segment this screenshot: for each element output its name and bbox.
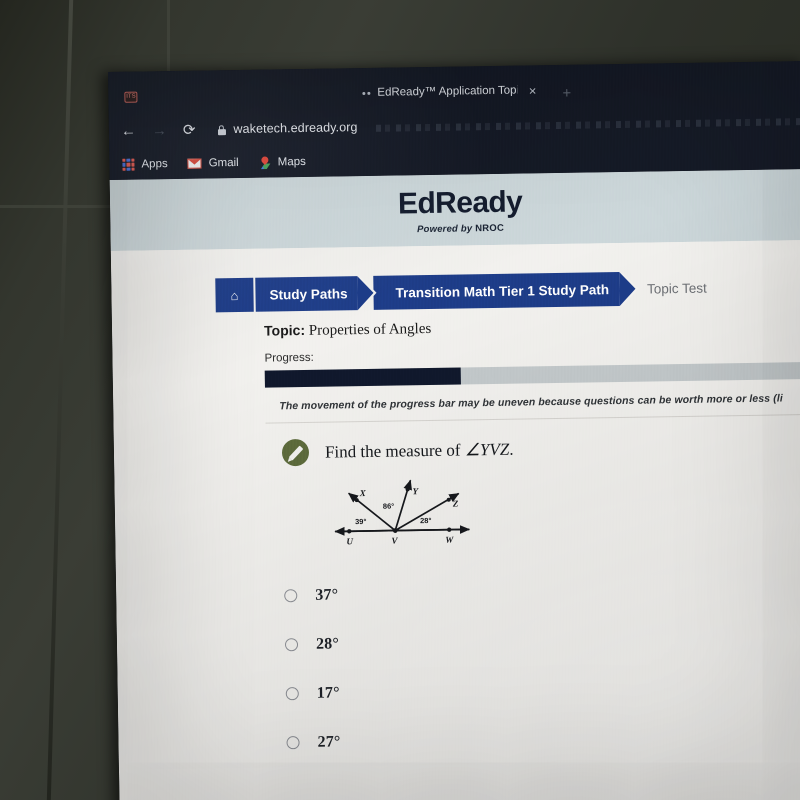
bookmark-apps[interactable]: Apps (122, 158, 168, 171)
close-icon[interactable]: × (529, 83, 537, 98)
radio-button[interactable] (284, 638, 299, 652)
radio-button[interactable] (284, 589, 298, 603)
angle-diagram-svg: U V W X Y Z 39° 86° 28° (334, 479, 471, 546)
edready-logo[interactable]: EdReady (110, 183, 800, 224)
angle-label-ZVW: 28° (420, 516, 431, 525)
breadcrumb-item-study-paths[interactable]: Study Paths (255, 276, 358, 312)
nroc-brand: NROC (475, 222, 505, 235)
apps-grid-icon (122, 158, 135, 171)
bookmark-gmail[interactable]: Gmail (187, 156, 239, 170)
question-prompt-prefix: Find the measure of (324, 439, 465, 462)
url-suffix-blur (375, 117, 800, 132)
radio-button[interactable] (286, 736, 300, 750)
bookmark-maps[interactable]: Maps (259, 154, 306, 169)
tab-favicon-icon: ITS (124, 91, 138, 103)
label-U: U (346, 536, 353, 546)
answer-label: 28° (315, 634, 340, 653)
answer-choices: 37° 28° 17° 27° (116, 545, 800, 770)
angle-diagram: U V W X Y Z 39° 86° 28° (114, 458, 800, 556)
progress-note: The movement of the progress bar may be … (279, 392, 783, 413)
angle-label-XVY: 86° (383, 502, 394, 511)
question-prompt-suffix: . (509, 439, 514, 459)
powered-by-text: Powered by (416, 223, 473, 236)
point-U (347, 529, 352, 534)
breadcrumb-current: Topic Test (646, 280, 707, 297)
reload-icon[interactable]: ⟳ (183, 121, 196, 138)
bookmark-label: Apps (141, 158, 168, 171)
point-W (447, 527, 452, 532)
back-icon[interactable]: ← (121, 122, 136, 139)
topic-prefix: Topic: (263, 321, 306, 339)
label-X: X (359, 488, 367, 498)
label-W: W (445, 535, 454, 545)
answer-choice[interactable]: 28° (284, 612, 800, 669)
new-tab-button[interactable]: + (546, 85, 571, 105)
maps-pin-icon (259, 154, 271, 169)
bookmark-label: Gmail (208, 156, 239, 170)
progress-bar (264, 361, 800, 388)
home-icon: ⌂ (230, 287, 239, 303)
radio-button[interactable] (285, 687, 299, 701)
laptop-screen: ITS EdReady™ Application Topic × + ← → ⟳ (108, 61, 800, 800)
breadcrumb-home-button[interactable]: ⌂ (215, 277, 254, 313)
tab-title: EdReady™ Application Topic (377, 84, 518, 99)
answer-choice[interactable]: 17° (285, 661, 800, 718)
question-prompt: Find the measure of ∠YVZ. (325, 439, 514, 462)
label-Y: Y (413, 486, 420, 496)
angle-label-UVX: 39° (355, 517, 366, 526)
label-V: V (391, 535, 398, 545)
breadcrumb-item-transition-math[interactable]: Transition Math Tier 1 Study Path (373, 272, 620, 310)
laptop-photo: ITS EdReady™ Application Topic × + ← → ⟳ (0, 0, 800, 800)
breadcrumb: ⌂ Study Paths Transition Math Tier 1 Stu… (111, 240, 800, 317)
pencil-icon (281, 438, 310, 467)
tab-loading-dots-icon (362, 91, 371, 95)
forward-icon[interactable]: → (152, 122, 167, 139)
browser-tab-active[interactable]: EdReady™ Application Topic × (354, 75, 544, 108)
page-body: EdReady Powered by NROC ⌂ Study Paths Tr… (109, 168, 800, 800)
browser-chrome: ITS EdReady™ Application Topic × + ← → ⟳ (108, 61, 800, 180)
browser-tab-inactive[interactable]: ITS (116, 78, 352, 112)
gmail-envelope-icon (187, 158, 202, 169)
site-header: EdReady Powered by NROC (109, 168, 800, 251)
address-bar[interactable]: waketech.edready.org (217, 113, 800, 136)
answer-choice[interactable]: 27° (286, 710, 800, 767)
answer-label: 27° (317, 732, 341, 751)
page-content: ⌂ Study Paths Transition Math Tier 1 Stu… (110, 239, 800, 770)
answer-choice[interactable]: 37° (284, 563, 800, 620)
lock-icon (217, 124, 226, 135)
topic-heading: Topic: Properties of Angles (112, 314, 800, 343)
progress-bar-fill (264, 367, 461, 388)
answer-label: 17° (316, 683, 340, 702)
page-title: Properties of Angles (308, 320, 432, 339)
question-prompt-angle: ∠YVZ (464, 439, 510, 459)
breadcrumb-label: Study Paths (269, 285, 348, 302)
answer-label: 37° (315, 585, 339, 604)
breadcrumb-label: Transition Math Tier 1 Study Path (395, 281, 610, 301)
label-Z: Z (452, 499, 459, 509)
bookmark-label: Maps (277, 155, 306, 169)
url-text: waketech.edready.org (233, 120, 358, 137)
